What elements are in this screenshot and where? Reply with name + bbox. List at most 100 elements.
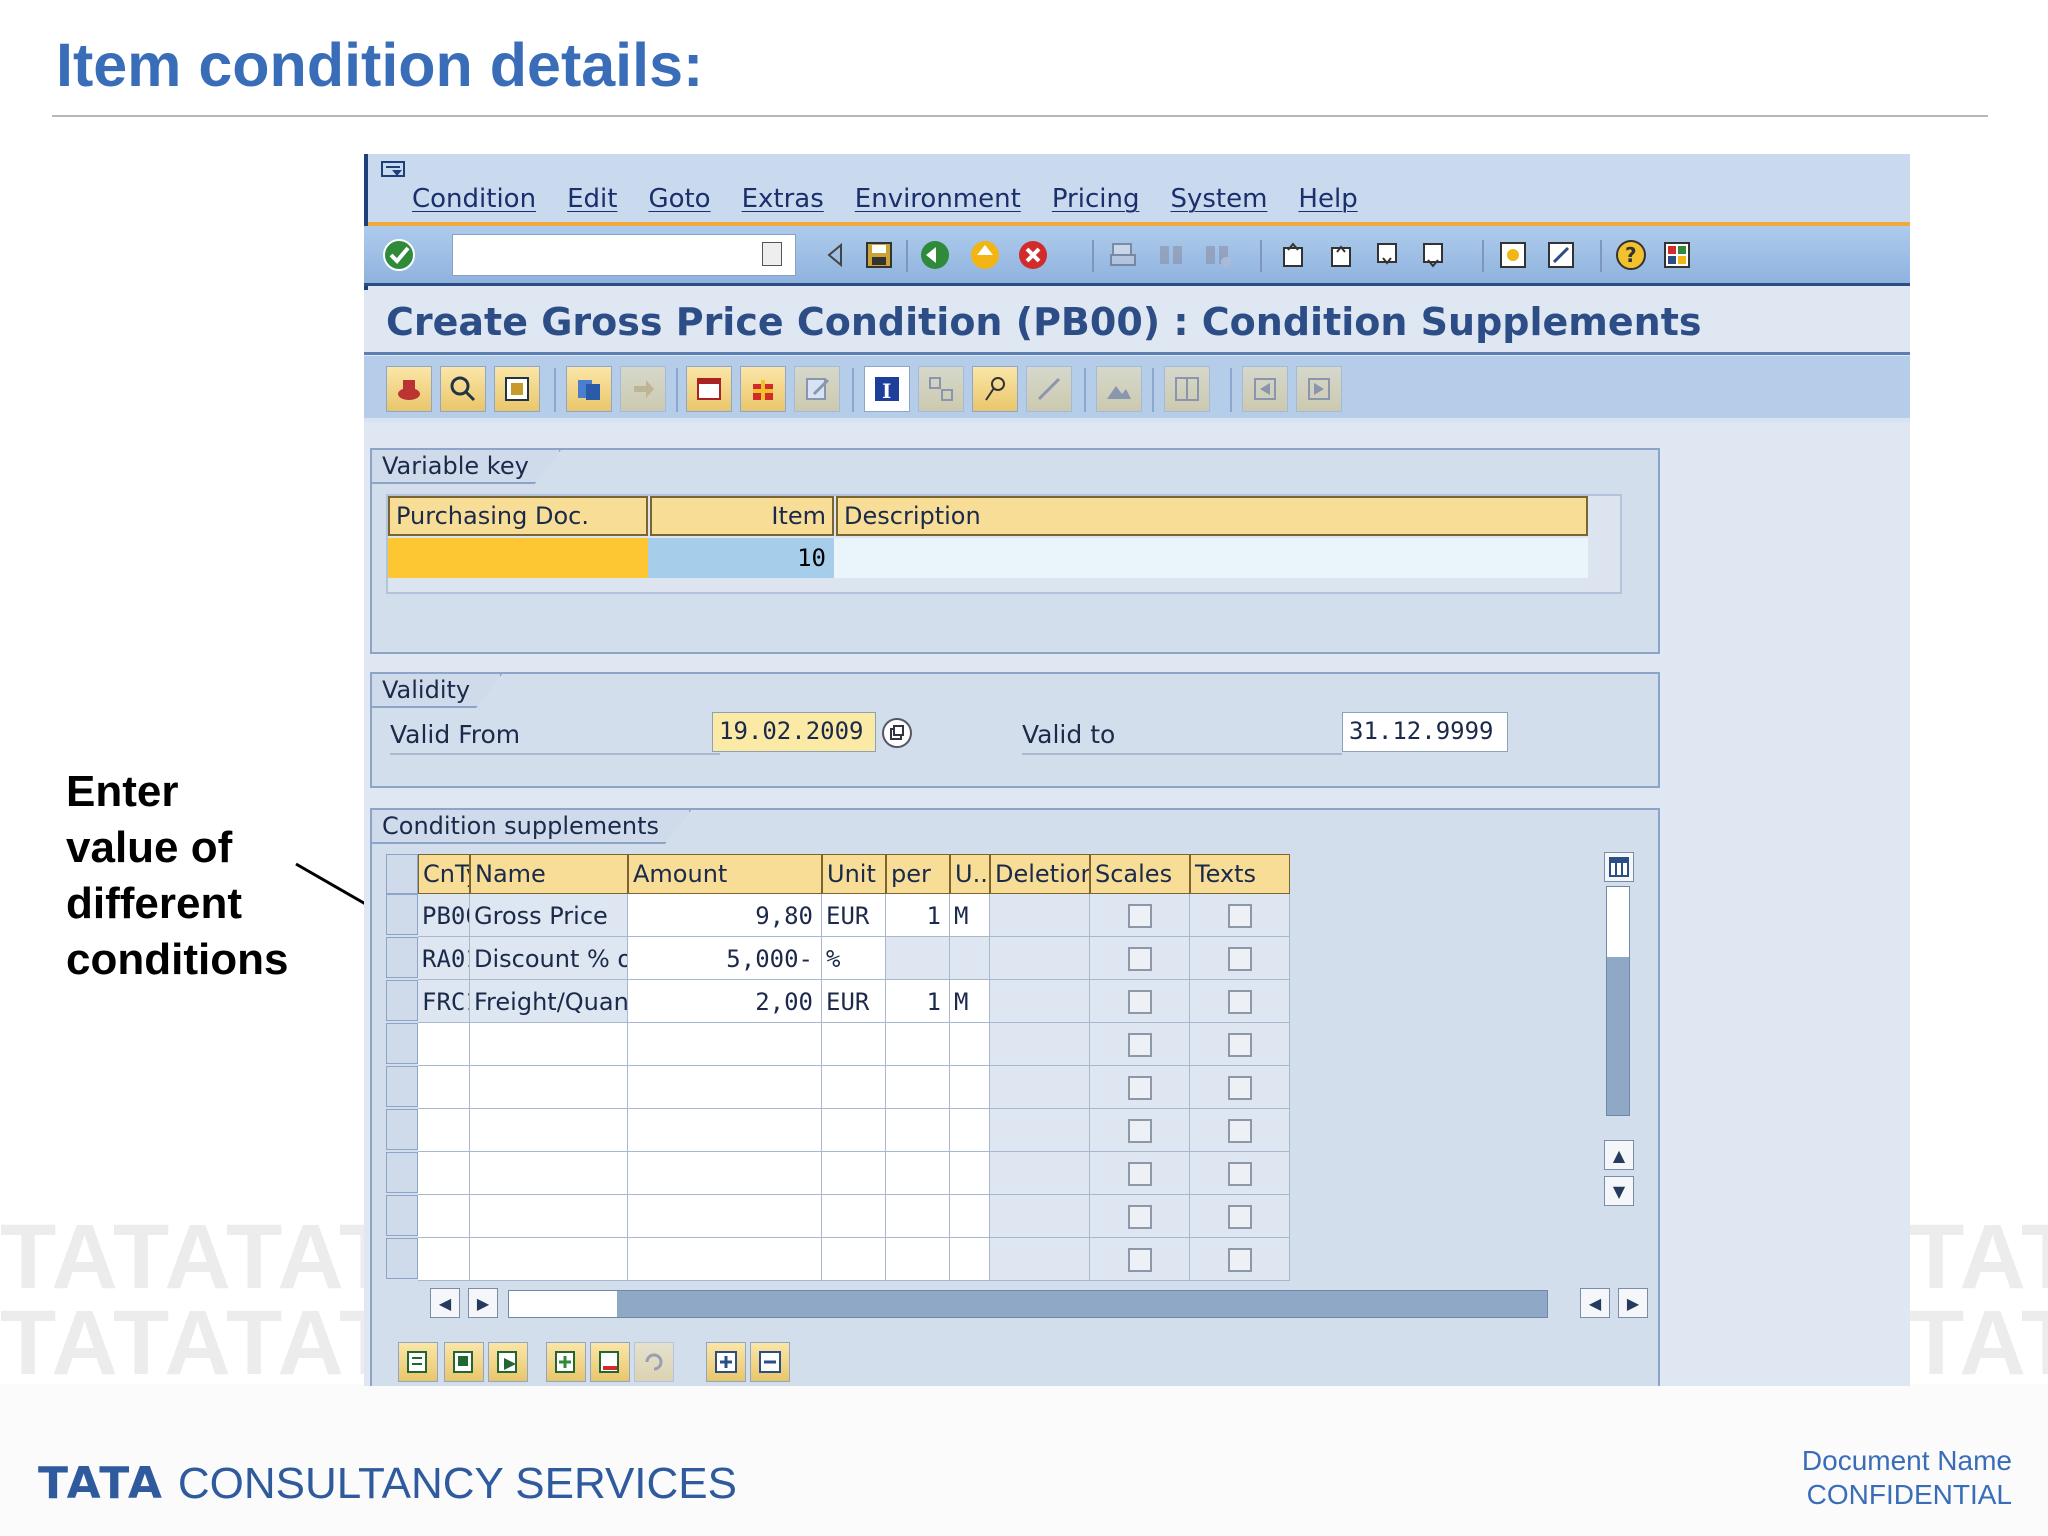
last-page-icon[interactable] bbox=[1414, 236, 1452, 274]
cell-amount[interactable] bbox=[628, 1066, 822, 1109]
layout-icon[interactable] bbox=[1164, 366, 1210, 412]
cell-uom[interactable] bbox=[950, 1152, 990, 1195]
cell-unit[interactable]: % bbox=[822, 937, 886, 980]
column-settings-icon[interactable] bbox=[1604, 852, 1634, 882]
cell-amount[interactable] bbox=[628, 1023, 822, 1066]
back-arrow-icon[interactable] bbox=[816, 236, 854, 274]
structure-icon[interactable] bbox=[918, 366, 964, 412]
menu-extras[interactable]: Extras bbox=[742, 184, 824, 214]
condition-record-icon[interactable] bbox=[386, 366, 432, 412]
scroll-thumb[interactable] bbox=[1607, 887, 1629, 957]
menu-goto[interactable]: Goto bbox=[648, 184, 710, 214]
menu-system[interactable]: System bbox=[1170, 184, 1267, 214]
cell-per[interactable] bbox=[886, 1023, 950, 1066]
scroll-left-first-icon[interactable]: ◀ bbox=[430, 1288, 460, 1318]
row-selector[interactable] bbox=[386, 1238, 418, 1279]
cell-per[interactable]: 1 bbox=[886, 894, 950, 937]
cell-uom[interactable] bbox=[950, 1066, 990, 1109]
validity-periods-icon[interactable] bbox=[686, 366, 732, 412]
cell-amount[interactable]: 5,000- bbox=[628, 937, 822, 980]
select-all-header[interactable] bbox=[386, 854, 418, 894]
row-selector[interactable] bbox=[386, 1152, 418, 1193]
cell-unit[interactable]: EUR bbox=[822, 894, 886, 937]
find-next-icon[interactable] bbox=[1198, 236, 1236, 274]
image-icon[interactable] bbox=[1096, 366, 1142, 412]
row-selector[interactable] bbox=[386, 1023, 418, 1064]
texts-checkbox[interactable] bbox=[1228, 990, 1252, 1014]
first-page-icon[interactable] bbox=[1274, 236, 1312, 274]
table-settings-icon[interactable] bbox=[706, 1342, 746, 1382]
previous-page-icon[interactable] bbox=[1322, 236, 1360, 274]
enter-icon[interactable] bbox=[380, 236, 418, 274]
cell-unit[interactable]: EUR bbox=[822, 980, 886, 1023]
scales-checkbox[interactable] bbox=[1128, 1162, 1152, 1186]
copy-icon[interactable] bbox=[566, 366, 612, 412]
cell-amount[interactable]: 9,80 bbox=[628, 894, 822, 937]
cell-amount[interactable] bbox=[628, 1109, 822, 1152]
transfer-icon[interactable] bbox=[620, 366, 666, 412]
cell-amount[interactable] bbox=[628, 1195, 822, 1238]
new-session-icon[interactable] bbox=[1494, 236, 1532, 274]
vertical-scrollbar[interactable]: ▲ ▼ bbox=[1604, 852, 1634, 1280]
row-selector[interactable] bbox=[386, 1195, 418, 1236]
cell-unit[interactable] bbox=[822, 1195, 886, 1238]
cell-amount[interactable] bbox=[628, 1238, 822, 1281]
save-icon[interactable] bbox=[860, 236, 898, 274]
scroll-track[interactable] bbox=[1606, 886, 1630, 1116]
header-info-icon[interactable]: I bbox=[864, 366, 910, 412]
scroll-down-icon[interactable]: ▼ bbox=[1604, 1176, 1634, 1206]
scales-checkbox[interactable] bbox=[1128, 990, 1152, 1014]
scales-icon[interactable] bbox=[1026, 366, 1072, 412]
key-icon[interactable] bbox=[972, 366, 1018, 412]
texts-checkbox[interactable] bbox=[1228, 947, 1252, 971]
cell-uom[interactable] bbox=[950, 1195, 990, 1238]
details-icon[interactable] bbox=[494, 366, 540, 412]
texts-checkbox[interactable] bbox=[1228, 1076, 1252, 1100]
horizontal-scroll-track[interactable] bbox=[508, 1290, 1548, 1318]
texts-checkbox[interactable] bbox=[1228, 904, 1252, 928]
valid-to-input[interactable]: 31.12.9999 bbox=[1342, 712, 1508, 752]
menu-edit[interactable]: Edit bbox=[567, 184, 617, 214]
previous-record-icon[interactable] bbox=[1242, 366, 1288, 412]
scales-checkbox[interactable] bbox=[1128, 1119, 1152, 1143]
insert-row-icon[interactable] bbox=[546, 1342, 586, 1382]
cell-unit[interactable] bbox=[822, 1023, 886, 1066]
cell-per[interactable] bbox=[886, 1238, 950, 1281]
command-field[interactable] bbox=[452, 234, 796, 276]
cell-unit[interactable] bbox=[822, 1152, 886, 1195]
menu-environment[interactable]: Environment bbox=[855, 184, 1021, 214]
scroll-right-first-icon[interactable]: ▶ bbox=[468, 1288, 498, 1318]
scales-checkbox[interactable] bbox=[1128, 1205, 1152, 1229]
cell-uom[interactable] bbox=[950, 937, 990, 980]
exit-icon[interactable] bbox=[966, 236, 1004, 274]
shortcut-icon[interactable] bbox=[1542, 236, 1580, 274]
menu-help[interactable]: Help bbox=[1298, 184, 1357, 214]
edit-note-icon[interactable] bbox=[794, 366, 840, 412]
find-icon[interactable] bbox=[1152, 236, 1190, 274]
texts-checkbox[interactable] bbox=[1228, 1248, 1252, 1272]
item-field[interactable]: 10 bbox=[648, 538, 834, 578]
cell-per[interactable] bbox=[886, 1195, 950, 1238]
delete-row-icon[interactable] bbox=[590, 1342, 630, 1382]
texts-checkbox[interactable] bbox=[1228, 1033, 1252, 1057]
command-history-icon[interactable] bbox=[762, 242, 782, 266]
calendar-icon[interactable] bbox=[882, 718, 912, 748]
row-selector[interactable] bbox=[386, 937, 418, 978]
cell-unit[interactable] bbox=[822, 1238, 886, 1281]
cell-uom[interactable]: M bbox=[950, 980, 990, 1023]
deselect-all-icon[interactable] bbox=[488, 1342, 528, 1382]
additional-data-icon[interactable] bbox=[740, 366, 786, 412]
row-selector[interactable] bbox=[386, 894, 418, 935]
row-selector[interactable] bbox=[386, 980, 418, 1021]
horizontal-scroll-thumb[interactable] bbox=[509, 1291, 617, 1317]
texts-checkbox[interactable] bbox=[1228, 1119, 1252, 1143]
cancel-icon[interactable] bbox=[1014, 236, 1052, 274]
cell-uom[interactable] bbox=[950, 1023, 990, 1066]
display-icon[interactable] bbox=[440, 366, 486, 412]
cell-unit[interactable] bbox=[822, 1109, 886, 1152]
collapse-table-icon[interactable] bbox=[750, 1342, 790, 1382]
cell-uom[interactable] bbox=[950, 1238, 990, 1281]
window-menu-icon[interactable] bbox=[378, 158, 410, 182]
help-icon[interactable]: ? bbox=[1612, 236, 1650, 274]
undo-icon[interactable] bbox=[634, 1342, 674, 1382]
